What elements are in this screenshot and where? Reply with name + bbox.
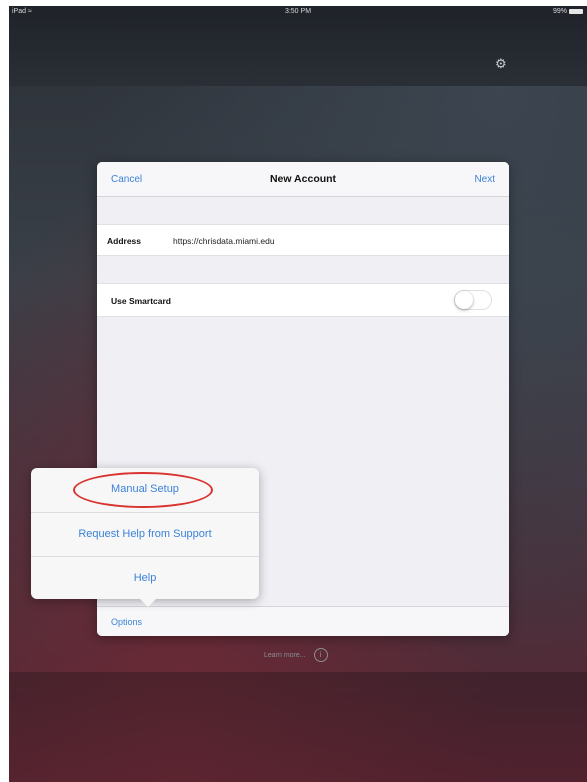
dialog-toolbar: Options (97, 606, 509, 636)
menu-item-label: Request Help from Support (78, 528, 212, 540)
gear-icon[interactable]: ⚙ (495, 56, 507, 72)
address-row[interactable]: Address https://chrisdata.miami.edu (97, 224, 509, 256)
menu-item-label: Help (133, 572, 157, 584)
smartcard-toggle[interactable] (454, 290, 492, 310)
menu-item-request-help[interactable]: Request Help from Support (31, 512, 259, 556)
info-icon[interactable]: i (313, 648, 328, 662)
smartcard-label: Use Smartcard (111, 296, 172, 306)
address-field[interactable]: https://chrisdata.miami.edu (173, 236, 275, 246)
bottom-banner (9, 672, 587, 782)
options-button[interactable]: Options (111, 617, 142, 627)
learn-more-link[interactable]: Learn more... (264, 652, 306, 659)
status-time: 3:50 PM (284, 8, 312, 15)
battery-icon (569, 9, 583, 14)
smartcard-row: Use Smartcard (97, 283, 509, 317)
next-button[interactable]: Next (474, 174, 495, 185)
menu-item-manual-setup[interactable]: Manual Setup (31, 468, 259, 511)
address-label: Address (107, 236, 142, 246)
highlight-ring (73, 472, 213, 508)
menu-item-help[interactable]: Help (31, 556, 259, 600)
dialog-navbar: Cancel New Account Next (97, 162, 509, 197)
popover-arrow (140, 599, 156, 607)
ipad-screen: iPad ≈ 3:50 PM 99% ⚙ Cancel New Account … (9, 6, 587, 782)
options-popover: Manual Setup Request Help from Support H… (31, 468, 259, 607)
status-battery: 99% (553, 8, 583, 15)
battery-percent: 99% (552, 8, 567, 15)
learn-more[interactable]: Learn more... i (264, 648, 328, 662)
dialog-title: New Account (269, 173, 337, 185)
toggle-knob (455, 291, 473, 309)
status-bar: iPad ≈ 3:50 PM 99% (9, 6, 587, 20)
